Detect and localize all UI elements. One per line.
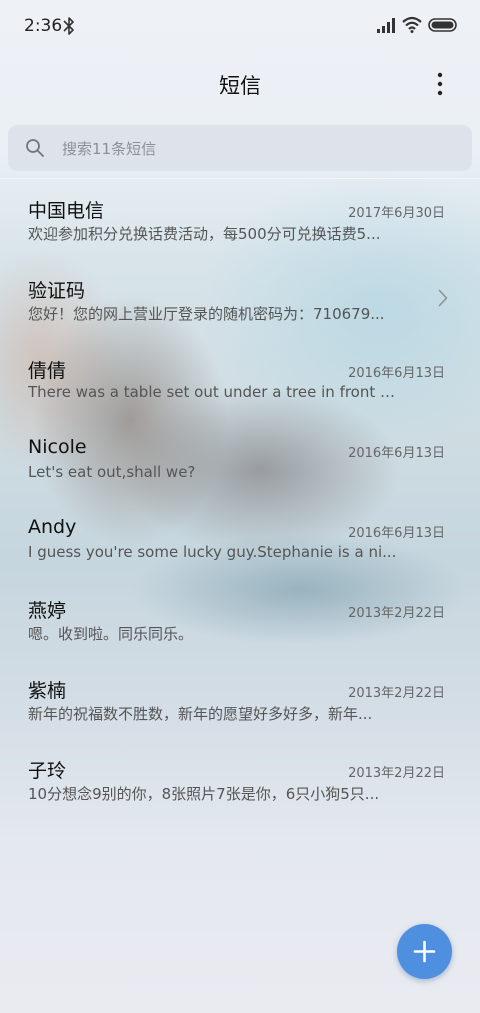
- message-date: 2013年2月22日: [348, 686, 445, 701]
- chevron-right-icon: [438, 289, 448, 307]
- signal-icon: [377, 18, 395, 33]
- wifi-icon: [402, 16, 422, 33]
- more-vert-icon[interactable]: [430, 70, 450, 98]
- message-preview: 新年的祝福数不胜数，新年的愿望好多好多，新年...: [28, 705, 373, 723]
- message-date: 2013年2月22日: [348, 606, 445, 621]
- message-preview: 10分想念9别的你，8张照片7张是你，6只小狗5只...: [28, 785, 380, 803]
- messages-screen: 2:36 短信 搜索11条短信 中国电信 2017年6月30日 欢迎参加积分兑换…: [0, 0, 480, 1013]
- message-date: 2016年6月13日: [348, 526, 445, 541]
- message-date: 2016年6月13日: [348, 446, 445, 461]
- list-item[interactable]: 子玲 2013年2月22日 10分想念9别的你，8张照片7张是你，6只小狗5只.…: [0, 740, 480, 820]
- message-preview: 嗯。收到啦。同乐同乐。: [28, 625, 194, 643]
- message-preview: 您好！您的网上营业厅登录的随机密码为：710679...: [28, 305, 385, 323]
- message-preview: I guess you're some lucky guy.Stephanie …: [28, 543, 397, 561]
- search-input[interactable]: 搜索11条短信: [8, 125, 472, 171]
- message-preview: 欢迎参加积分兑换话费活动，每500分可兑换话费5...: [28, 225, 381, 243]
- list-item[interactable]: 验证码 您好！您的网上营业厅登录的随机密码为：710679...: [0, 260, 480, 340]
- list-item[interactable]: Andy 2016年6月13日 I guess you're some luck…: [0, 500, 480, 580]
- sender-name: 验证码: [28, 280, 86, 302]
- page-title: 短信: [219, 74, 261, 98]
- sender-name: Nicole: [28, 436, 87, 458]
- status-bar: 2:36: [0, 0, 480, 52]
- bluetooth-icon: [63, 17, 74, 35]
- list-item[interactable]: 中国电信 2017年6月30日 欢迎参加积分兑换话费活动，每500分可兑换话费5…: [0, 180, 480, 260]
- message-date: 2016年6月13日: [348, 366, 445, 381]
- sender-name: 燕婷: [28, 600, 67, 622]
- search-icon: [26, 139, 44, 157]
- app-header: 短信: [0, 56, 480, 112]
- sender-name: 中国电信: [28, 200, 105, 222]
- list-item[interactable]: Nicole 2016年6月13日 Let's eat out,shall we…: [0, 420, 480, 500]
- plus-icon: [413, 940, 436, 963]
- list-item[interactable]: 倩倩 2016年6月13日 There was a table set out …: [0, 340, 480, 420]
- message-preview: There was a table set out under a tree i…: [28, 383, 398, 401]
- sender-name: 子玲: [28, 760, 67, 782]
- message-date: 2013年2月22日: [348, 766, 445, 781]
- list-item[interactable]: 紫楠 2013年2月22日 新年的祝福数不胜数，新年的愿望好多好多，新年...: [0, 660, 480, 740]
- sender-name: Andy: [28, 516, 77, 538]
- sender-name: 紫楠: [28, 680, 67, 702]
- battery-icon: [428, 18, 457, 32]
- new-message-button[interactable]: [397, 924, 452, 979]
- message-preview: Let's eat out,shall we?: [28, 463, 196, 481]
- message-date: 2017年6月30日: [348, 206, 445, 221]
- status-time: 2:36: [24, 16, 63, 36]
- list-item[interactable]: 燕婷 2013年2月22日 嗯。收到啦。同乐同乐。: [0, 580, 480, 660]
- divider: [0, 178, 480, 179]
- search-placeholder: 搜索11条短信: [62, 140, 157, 158]
- sender-name: 倩倩: [28, 360, 67, 382]
